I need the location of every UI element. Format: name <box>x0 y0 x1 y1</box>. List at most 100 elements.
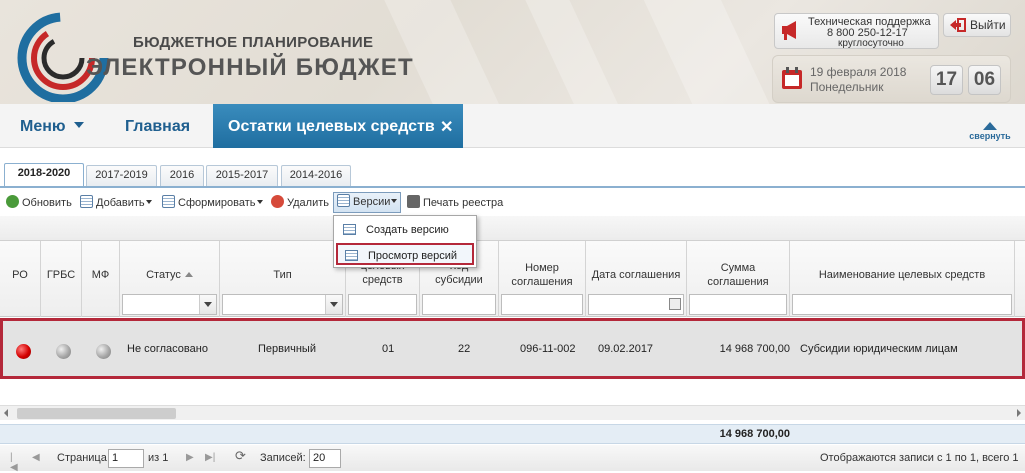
funds-name-filter-input[interactable] <box>792 294 1012 315</box>
subsidy-code-filter-input[interactable] <box>422 294 496 315</box>
form-button[interactable]: Сформировать <box>162 194 263 212</box>
chevron-down-icon <box>199 295 216 314</box>
column-label: МФ <box>91 269 110 281</box>
scroll-right-icon[interactable] <box>1017 409 1021 417</box>
cell-subsidy-code: 22 <box>458 343 471 355</box>
year-tabs: 2018-2020 2017-2019 2016 2015-2017 2014-… <box>0 148 1025 188</box>
current-date: 19 февраля 2018 <box>810 65 907 79</box>
page-label: Страница <box>57 452 107 464</box>
column-mf[interactable]: МФ <box>82 241 120 317</box>
support-hours: круглосуточно <box>838 38 904 49</box>
column-type[interactable]: Тип <box>220 241 346 317</box>
data-grid: РО ГРБС МФ Статус Тип целевыхсредств Код… <box>0 216 1025 473</box>
column-agreement-number[interactable]: Номер соглашения <box>499 241 586 317</box>
logout-button[interactable]: Выйти <box>943 13 1011 37</box>
column-label: Статус <box>146 269 181 281</box>
column-grbs[interactable]: ГРБС <box>41 241 82 317</box>
last-page-icon[interactable]: ▶| <box>205 453 215 463</box>
pagination-bar: |◀ ◀ Страница 1 из 1 ▶ ▶| ⟳ Записей: 20 … <box>0 445 1025 473</box>
chevron-down-icon <box>73 122 84 128</box>
add-button[interactable]: Добавить <box>80 194 152 212</box>
current-weekday: Понедельник <box>810 80 884 94</box>
column-label: Сумма <box>720 262 756 274</box>
summary-row: 14 968 700,00 <box>0 424 1025 444</box>
clock-minutes: 06 <box>968 65 1001 95</box>
next-page-icon[interactable]: ▶ <box>186 453 196 463</box>
chevron-down-icon <box>145 200 152 204</box>
refresh-icon[interactable]: ⟳ <box>235 449 246 462</box>
chevron-down-icon <box>325 295 342 314</box>
target-code-filter-input[interactable] <box>348 294 417 315</box>
horizontal-scrollbar[interactable] <box>0 405 1025 420</box>
grid-header: РО ГРБС МФ Статус Тип целевыхсредств Код… <box>0 241 1025 317</box>
collapse-label: свернуть <box>969 131 1011 141</box>
tab-target-funds-balance[interactable]: Остатки целевых средств ✕ <box>213 104 463 148</box>
calendar-icon[interactable] <box>669 298 681 310</box>
versions-label: Версии <box>353 196 391 208</box>
first-page-icon[interactable]: |◀ <box>10 453 20 473</box>
column-funds-name[interactable]: Наименование целевых средств <box>790 241 1015 317</box>
column-label: Дата соглашения <box>591 269 681 281</box>
home-link[interactable]: Главная <box>125 118 190 136</box>
exit-icon <box>950 18 966 32</box>
tab-2018-2020[interactable]: 2018-2020 <box>4 163 84 186</box>
column-label: РО <box>12 269 28 281</box>
tech-support-button[interactable]: Техническая поддержка 8 800 250-12-17 кр… <box>774 13 939 49</box>
menu-button[interactable]: Меню <box>20 118 84 136</box>
tab-2015-2017[interactable]: 2015-2017 <box>206 165 278 186</box>
delete-button[interactable]: Удалить <box>271 194 329 212</box>
column-label: Наименование целевых средств <box>818 269 986 281</box>
date-time-panel: 19 февраля 2018 Понедельник 17 06 <box>772 55 1011 103</box>
calendar-icon <box>782 67 802 89</box>
delete-label: Удалить <box>287 197 329 209</box>
status-indicator-red-icon <box>16 344 31 359</box>
scroll-left-icon[interactable] <box>4 409 8 417</box>
brand-title: ЭЛЕКТРОННЫЙ БЮДЖЕТ <box>86 54 414 81</box>
document-icon <box>343 224 356 235</box>
printer-icon <box>407 195 420 208</box>
refresh-icon <box>6 195 19 208</box>
records-info: Отображаются записи с 1 по 1, всего 1 <box>820 452 1019 464</box>
collapse-button[interactable]: свернуть <box>968 122 1012 141</box>
menu-item-view-versions[interactable]: Просмотр версий <box>336 243 474 265</box>
menu-item-create-version[interactable]: Создать версию <box>336 219 474 241</box>
delete-icon <box>271 195 284 208</box>
tab-underline <box>0 186 1025 188</box>
column-status[interactable]: Статус <box>120 241 220 317</box>
page-count-label: из 1 <box>148 452 169 464</box>
close-icon[interactable]: ✕ <box>440 117 453 137</box>
cell-agreement-sum: 14 968 700,00 <box>719 343 790 355</box>
column-label: Тип <box>273 269 292 281</box>
page-input[interactable]: 1 <box>108 449 144 468</box>
table-row[interactable]: Не согласовано Первичный 01 22 096-11-00… <box>0 318 1025 379</box>
logout-label: Выйти <box>970 18 1006 32</box>
agreement-date-filter-input[interactable] <box>588 294 684 315</box>
column-agreement-date[interactable]: Дата соглашения <box>586 241 687 317</box>
refresh-button[interactable]: Обновить <box>6 194 72 212</box>
agreement-sum-filter-input[interactable] <box>689 294 787 315</box>
records-per-page-input[interactable]: 20 <box>309 449 341 468</box>
column-agreement-sum[interactable]: Сумма соглашения <box>687 241 790 317</box>
clock-hours: 17 <box>930 65 963 95</box>
brand-subtitle: БЮДЖЕТНОЕ ПЛАНИРОВАНИЕ <box>133 34 374 51</box>
main-nav: Меню Главная Остатки целевых средств ✕ с… <box>0 104 1025 148</box>
column-label: субсидии <box>435 274 483 286</box>
cell-agreement-number: 096-11-002 <box>520 343 576 355</box>
tab-2017-2019[interactable]: 2017-2019 <box>86 165 157 186</box>
versions-button[interactable]: Версии <box>333 192 402 213</box>
column-ro[interactable]: РО <box>0 241 41 317</box>
sort-asc-icon <box>184 272 193 277</box>
prev-page-icon[interactable]: ◀ <box>32 453 42 463</box>
tab-2014-2016[interactable]: 2014-2016 <box>281 165 351 186</box>
print-registry-button[interactable]: Печать реестра <box>407 194 503 212</box>
document-icon <box>345 250 358 261</box>
column-label: соглашения <box>707 276 769 288</box>
grid-toolbar: Обновить Добавить Сформировать Удалить В… <box>0 190 1025 216</box>
type-filter-select[interactable] <box>222 294 343 315</box>
status-indicator-grey-icon <box>96 344 111 359</box>
agreement-number-filter-input[interactable] <box>501 294 583 315</box>
scrollbar-thumb[interactable] <box>17 408 176 419</box>
print-label: Печать реестра <box>423 197 504 209</box>
tab-2016[interactable]: 2016 <box>160 165 204 186</box>
status-filter-select[interactable] <box>122 294 217 315</box>
